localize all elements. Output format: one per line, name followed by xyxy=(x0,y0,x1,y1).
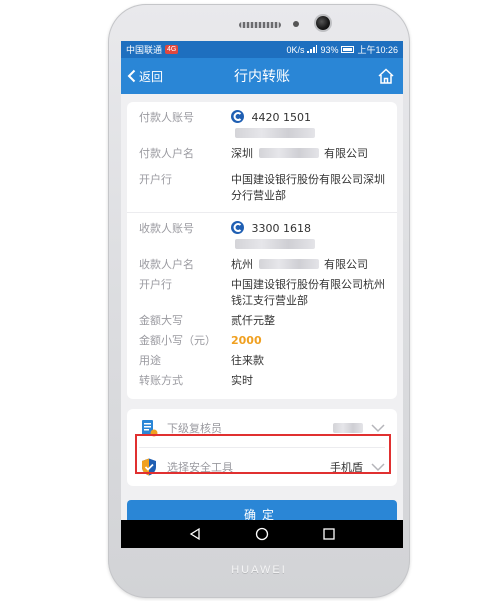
payee-name-prefix: 杭州 xyxy=(231,258,253,271)
network-speed: 0K/s xyxy=(286,44,305,55)
back-button[interactable]: 返回 xyxy=(127,58,163,94)
battery-percent: 93% xyxy=(320,44,339,55)
phone-screen: 中国联通 4G 0K/s 93% 上午10:26 返回 行内转账 付款人账号 4… xyxy=(121,41,403,548)
payee-name-suffix: 有限公司 xyxy=(324,258,368,271)
system-nav-bar xyxy=(121,520,403,548)
carrier-label: 中国联通 xyxy=(126,45,163,55)
chevron-left-icon xyxy=(127,69,136,83)
payee-name-label: 收款人户名 xyxy=(139,258,194,271)
payer-name-label: 付款人户名 xyxy=(139,147,194,160)
clock: 上午10:26 xyxy=(357,45,398,55)
security-tool-value: 手机盾 xyxy=(330,461,363,474)
nav-bar: 返回 行内转账 xyxy=(121,58,403,94)
ccb-bank-logo-icon xyxy=(231,110,244,123)
ccb-bank-logo-icon xyxy=(231,221,244,234)
amount-value: 2000 xyxy=(231,334,262,347)
amount-words-value: 贰仟元整 xyxy=(231,314,275,327)
payer-name-prefix: 深圳 xyxy=(231,147,253,160)
masked-text xyxy=(258,148,319,158)
recent-apps-icon[interactable] xyxy=(322,527,336,541)
payee-bank-label: 开户行 xyxy=(139,278,172,291)
payee-bank-row: 开户行 中国建设银行股份有限公司杭州钱江支行营业部 xyxy=(139,277,385,309)
page-title: 行内转账 xyxy=(234,69,290,85)
payer-name-suffix: 有限公司 xyxy=(324,147,368,160)
options-panel: 下级复核员 选择安全工具 手机盾 xyxy=(127,409,397,486)
network-badge: 4G xyxy=(165,45,179,54)
purpose-label: 用途 xyxy=(139,354,161,367)
signal-icon xyxy=(307,44,318,55)
masked-text xyxy=(258,259,319,269)
brand-logo: HUAWEI xyxy=(231,564,287,576)
payer-bank-row: 开户行 中国建设银行股份有限公司深圳分行营业部 xyxy=(139,172,385,204)
amount-words-row: 金额大写 贰仟元整 xyxy=(139,313,385,329)
proximity-sensor xyxy=(293,21,299,27)
payee-bank-value: 中国建设银行股份有限公司杭州钱江支行营业部 xyxy=(231,278,385,307)
back-label: 返回 xyxy=(139,69,164,84)
security-shield-icon xyxy=(142,458,156,476)
method-value: 实时 xyxy=(231,374,253,387)
payee-account-label: 收款人账号 xyxy=(139,222,194,235)
payer-account-value: 4420 1501 xyxy=(251,111,312,124)
speaker-grille xyxy=(239,22,281,28)
purpose-row: 用途 往来款 xyxy=(139,353,385,369)
amount-row: 金额小写（元） 2000 xyxy=(139,333,385,349)
back-triangle-icon[interactable] xyxy=(188,527,202,541)
battery-icon xyxy=(341,46,355,53)
masked-text xyxy=(235,239,315,249)
payer-name-row: 付款人户名 深圳 有限公司 xyxy=(139,146,385,162)
masked-text xyxy=(333,423,363,433)
purpose-value: 往来款 xyxy=(231,354,264,367)
status-bar: 中国联通 4G 0K/s 93% 上午10:26 xyxy=(121,41,403,58)
payer-account-row: 付款人账号 4420 1501 xyxy=(139,110,385,142)
reviewer-document-icon xyxy=(142,420,158,437)
payer-bank-value: 中国建设银行股份有限公司深圳分行营业部 xyxy=(231,173,385,202)
payee-name-row: 收款人户名 杭州 有限公司 xyxy=(139,257,385,273)
security-tool-label: 选择安全工具 xyxy=(167,461,233,474)
chevron-down-icon xyxy=(371,423,385,432)
chevron-down-icon xyxy=(371,462,385,471)
payer-bank-label: 开户行 xyxy=(139,173,172,186)
method-label: 转账方式 xyxy=(139,374,183,387)
payer-account-label: 付款人账号 xyxy=(139,111,194,124)
reviewer-selector[interactable]: 下级复核员 xyxy=(139,409,385,447)
reviewer-label: 下级复核员 xyxy=(167,422,222,435)
masked-text xyxy=(235,128,315,138)
method-row: 转账方式 实时 xyxy=(139,373,385,389)
transfer-details-card: 付款人账号 4420 1501 付款人户名 深圳 有限公司 开户行 中国建设银行… xyxy=(127,102,397,399)
front-camera xyxy=(316,16,330,30)
amount-words-label: 金额大写 xyxy=(139,314,183,327)
payee-account-value: 3300 1618 xyxy=(251,222,312,235)
divider xyxy=(127,212,397,213)
content-area: 付款人账号 4420 1501 付款人户名 深圳 有限公司 开户行 中国建设银行… xyxy=(121,94,403,528)
security-tool-selector[interactable]: 选择安全工具 手机盾 xyxy=(139,448,385,486)
home-icon[interactable] xyxy=(377,67,395,85)
payee-account-row: 收款人账号 3300 1618 xyxy=(139,221,385,253)
home-circle-icon[interactable] xyxy=(255,527,269,541)
amount-label: 金额小写（元） xyxy=(139,334,216,347)
